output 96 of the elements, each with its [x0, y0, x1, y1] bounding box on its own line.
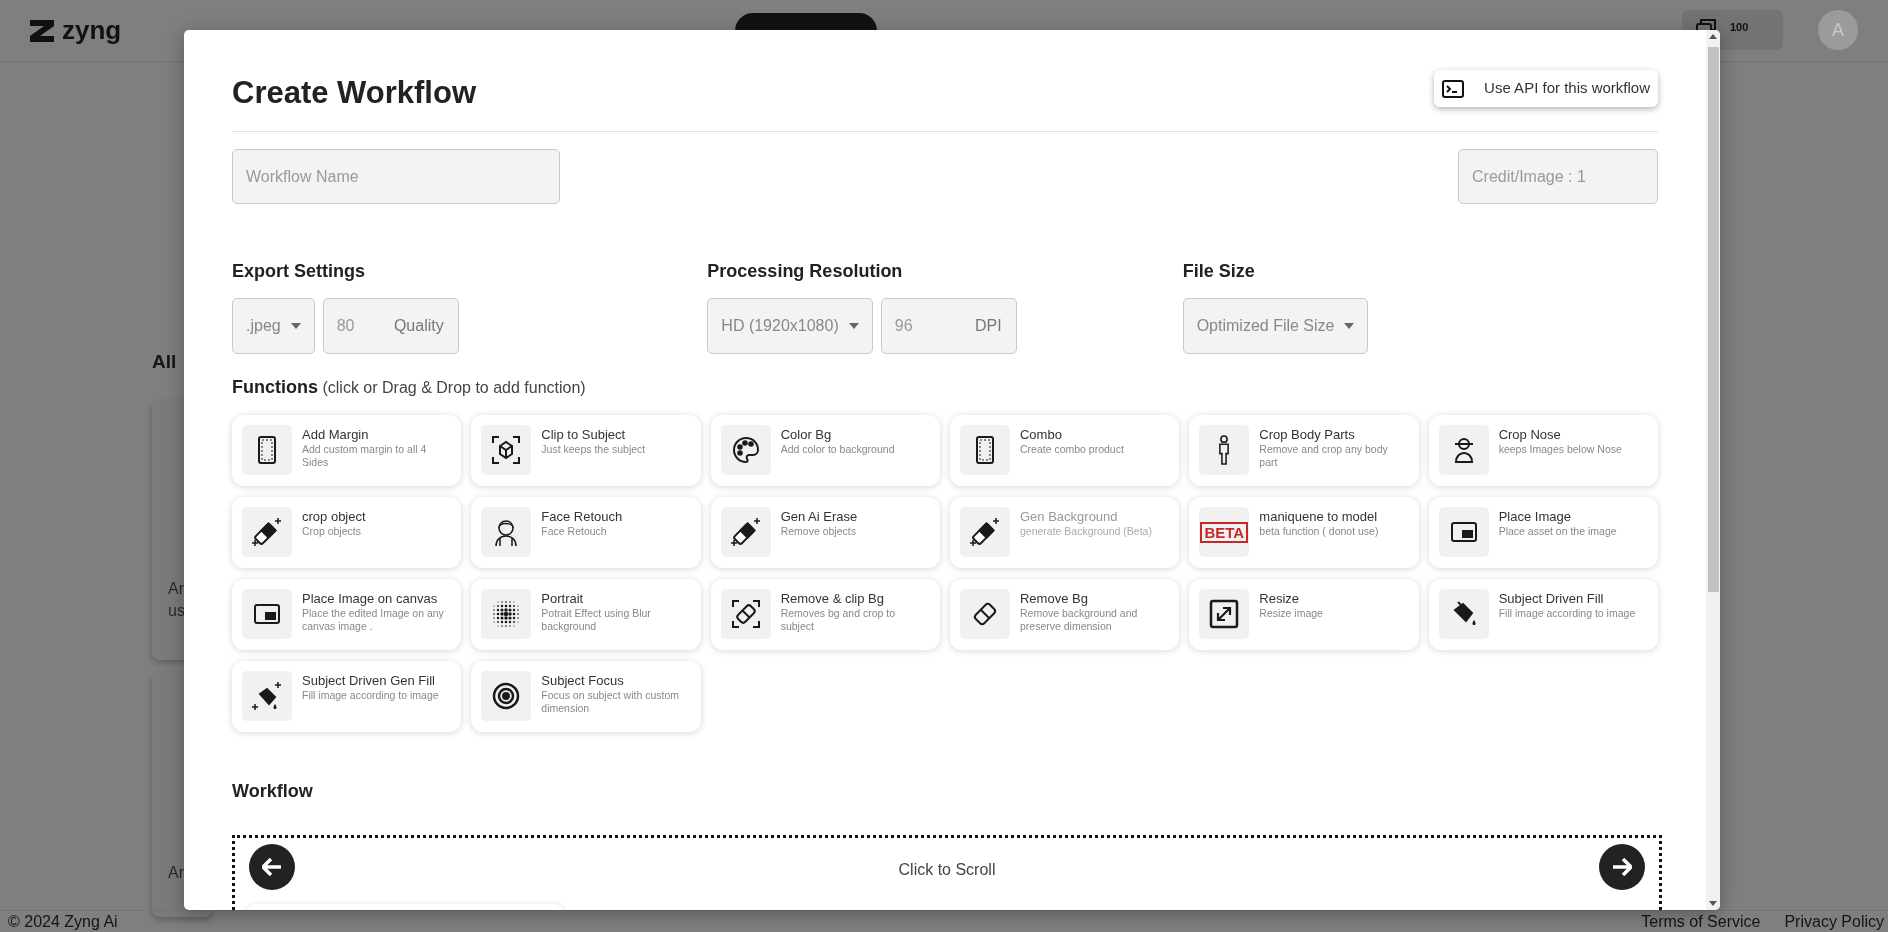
function-title: Place Image on canvas	[302, 590, 439, 608]
function-card[interactable]: Color Bg Add color to background	[710, 415, 940, 487]
functions-label: Functions	[232, 377, 318, 398]
beta-stamp: BETA	[1200, 521, 1249, 543]
function-card[interactable]: Place Image on canvas Place the edited Image on any canvas image .	[232, 579, 462, 651]
function-title: crop object	[302, 508, 366, 526]
function-description: Remove and crop any body part	[1259, 443, 1389, 470]
function-description: generate Background (Beta)	[1020, 525, 1152, 539]
function-title: Portrait	[541, 590, 585, 608]
settings-label: Export Settings	[232, 260, 366, 284]
arrow-left-icon	[262, 858, 282, 877]
function-description: Removes bg and crop to subject	[780, 607, 897, 634]
function-title: Remove & clip Bg	[780, 590, 885, 608]
function-card[interactable]: Portrait Potrait Effect using Blur background	[471, 579, 701, 651]
function-description: Add color to background	[780, 443, 895, 457]
stack-icon	[1696, 19, 1716, 31]
function-card[interactable]: Face Retouch Face Retouch	[471, 497, 701, 569]
api-button[interactable]: Use API for this workflow	[1434, 70, 1658, 107]
function-description: Fill image according to image	[1498, 607, 1636, 621]
card-text: Ar	[168, 579, 185, 599]
function-card[interactable]: Crop Nose keeps Images below Nose	[1428, 415, 1658, 487]
function-title: Remove Bg	[1020, 590, 1089, 608]
settings-label: File Size	[1182, 260, 1256, 284]
function-title: Clip to Subject	[541, 426, 627, 444]
function-description: Add custom margin to all 4 Sides	[302, 443, 428, 470]
function-description: Face Retouch	[541, 525, 608, 539]
function-description: Create combo product	[1020, 443, 1124, 457]
function-title: Gen Background	[1020, 508, 1119, 526]
section-heading: All	[152, 350, 177, 374]
modal-title: Create Workflow	[232, 74, 477, 112]
function-description: Remove objects	[780, 525, 857, 539]
arrow-right-icon	[1612, 858, 1632, 877]
function-title: Color Bg	[780, 426, 833, 444]
footer-link[interactable]: Privacy Policy	[1784, 909, 1884, 932]
function-description: keeps Images below Nose	[1498, 443, 1622, 457]
function-card[interactable]: Crop Body Parts Remove and crop any body part	[1189, 415, 1419, 487]
function-description: Fill image according to image	[302, 689, 439, 703]
function-description: Just keeps the subject	[541, 443, 646, 457]
caret-icon	[290, 323, 301, 330]
function-card[interactable]: Subject Driven Fill Fill image according to image	[1428, 579, 1658, 651]
function-card[interactable]: Place Image Place asset on the image	[1428, 497, 1658, 569]
caret-icon	[1344, 323, 1355, 330]
function-card[interactable]: Remove Bg Remove background and preserve dimension	[950, 579, 1180, 651]
scroll-up-icon[interactable]	[1709, 34, 1717, 39]
credit-field[interactable]: Credit/Image : 1	[1458, 149, 1658, 205]
function-description: beta function ( donot use)	[1259, 525, 1379, 539]
number-field[interactable]: 96 DPI	[880, 298, 1017, 355]
function-title: Crop Nose	[1498, 426, 1562, 444]
terminal-icon	[1442, 79, 1465, 98]
scroll-hint: Click to Scroll	[897, 860, 997, 881]
person-icon	[1218, 435, 1231, 466]
function-title: Combo	[1020, 426, 1063, 444]
scrollbar[interactable]	[1706, 30, 1720, 910]
logo-icon	[30, 19, 54, 42]
settings-label: Processing Resolution	[707, 260, 904, 284]
function-title: maniquene to model	[1259, 508, 1379, 526]
function-description: Potrait Effect using Blur background	[541, 607, 652, 634]
scrollbar-thumb[interactable]	[1708, 47, 1719, 592]
function-card[interactable]: Gen Ai Erase Remove objects	[710, 497, 940, 569]
function-description: Place asset on the image	[1498, 525, 1617, 539]
function-card[interactable]: BETA maniquene to model beta function ( donot use)	[1189, 497, 1419, 569]
function-title: Crop Body Parts	[1259, 426, 1356, 444]
copyright-text: © 2024 Zyng Ai	[8, 911, 118, 932]
function-title: Add Margin	[302, 426, 370, 444]
scroll-left-button[interactable]	[249, 844, 295, 891]
function-title: Subject Focus	[541, 672, 625, 690]
function-card[interactable]: Combo Create combo product	[950, 415, 1180, 487]
footer-link[interactable]: Terms of Service	[1641, 909, 1761, 932]
workflow-name-field[interactable]: Workflow Name	[232, 149, 560, 205]
scroll-down-icon[interactable]	[1709, 901, 1717, 906]
function-card[interactable]: Remove & clip Bg Removes bg and crop to subject	[710, 579, 940, 651]
function-title: Gen Ai Erase	[780, 508, 858, 526]
card-text: Ar	[168, 863, 185, 883]
function-card[interactable]: Subject Driven Gen Fill Fill image according to image	[232, 661, 462, 733]
caret-icon	[848, 323, 859, 330]
functions-hint: (click or Drag & Drop to add function)	[322, 379, 586, 397]
function-description: Place the edited Image on any canvas image .	[302, 607, 445, 634]
logo-text[interactable]: zyng	[62, 11, 122, 50]
function-description: Remove background and preserve dimension	[1020, 607, 1139, 634]
function-description: Resize image	[1259, 607, 1323, 621]
card-text: us	[168, 601, 186, 621]
function-title: Subject Driven Fill	[1498, 590, 1605, 608]
function-description: Focus on subject with custom dimension	[541, 689, 681, 716]
number-field[interactable]: 80 Quality	[322, 298, 459, 355]
function-title: Resize	[1259, 590, 1301, 608]
function-card[interactable]: Resize Resize image	[1189, 579, 1419, 651]
scroll-right-button[interactable]	[1599, 844, 1645, 891]
function-title: Place Image	[1498, 508, 1572, 526]
function-title: Subject Driven Gen Fill	[302, 672, 436, 690]
function-card[interactable]: crop object Crop objects	[232, 497, 462, 569]
function-description: Crop objects	[302, 525, 362, 539]
function-title: Face Retouch	[541, 508, 623, 526]
function-card[interactable]: Add Margin Add custom margin to all 4 Sides	[232, 415, 462, 487]
function-card[interactable]: Clip to Subject Just keeps the subject	[471, 415, 701, 487]
workflow-label: Workflow	[232, 780, 314, 804]
function-card[interactable]: Subject Focus Focus on subject with custom dimension	[471, 661, 701, 733]
